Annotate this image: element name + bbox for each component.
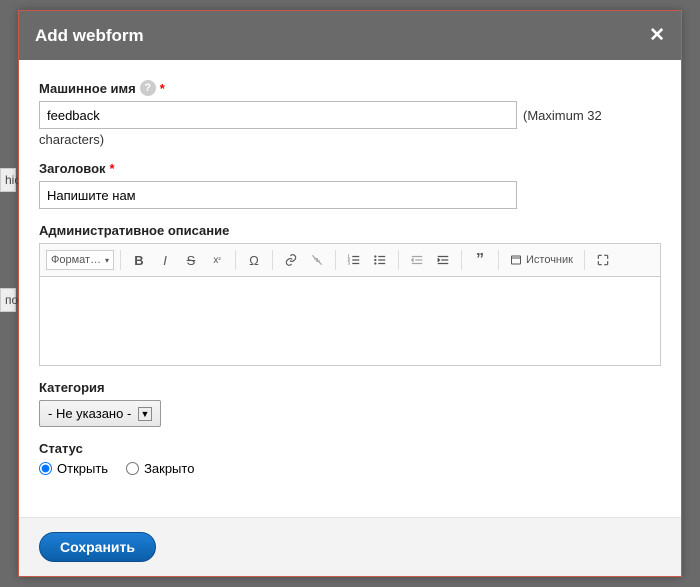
category-label: Категория — [39, 380, 661, 395]
status-open-radio[interactable] — [39, 462, 52, 475]
description-group: Административное описание Формат… ▾ B I … — [39, 223, 661, 366]
status-closed-radio[interactable] — [126, 462, 139, 475]
outdent-icon — [410, 253, 424, 267]
unlink-button[interactable] — [305, 248, 329, 272]
toolbar-separator — [120, 250, 121, 270]
title-label: Заголовок * — [39, 161, 661, 176]
link-icon — [284, 253, 298, 267]
title-input[interactable] — [39, 181, 517, 209]
format-label: Формат… — [51, 254, 101, 266]
label-text: Категория — [39, 380, 105, 395]
status-group: Статус Открыть Закрыто — [39, 441, 661, 476]
maximize-icon — [596, 253, 610, 267]
toolbar-separator — [398, 250, 399, 270]
radio-label: Закрыто — [144, 461, 194, 476]
help-icon[interactable]: ? — [140, 80, 156, 96]
superscript-button[interactable]: x² — [205, 248, 229, 272]
status-open-option[interactable]: Открыть — [39, 461, 108, 476]
outdent-button[interactable] — [405, 248, 429, 272]
category-selected: - Не указано - — [48, 406, 131, 421]
indent-icon — [436, 253, 450, 267]
format-select[interactable]: Формат… ▾ — [46, 250, 114, 270]
chevron-down-icon: ▾ — [105, 256, 109, 265]
indent-button[interactable] — [431, 248, 455, 272]
title-group: Заголовок * — [39, 161, 661, 209]
modal-footer: Сохранить — [19, 517, 681, 576]
ol-icon: 123 — [347, 253, 361, 267]
italic-button[interactable]: I — [153, 248, 177, 272]
machine-name-label: Машинное имя ? * — [39, 80, 661, 96]
machine-name-hint-inline: (Maximum 32 — [523, 108, 602, 123]
radio-label: Открыть — [57, 461, 108, 476]
chevron-down-icon: ▼ — [138, 407, 152, 421]
source-button[interactable]: Источник — [505, 248, 578, 272]
status-closed-option[interactable]: Закрыто — [126, 461, 194, 476]
bg-fragment: по — [0, 288, 16, 312]
label-text: Заголовок — [39, 161, 106, 176]
label-text: Машинное имя — [39, 81, 136, 96]
required-marker: * — [110, 161, 115, 176]
status-label: Статус — [39, 441, 661, 456]
special-char-button[interactable]: Ω — [242, 248, 266, 272]
blockquote-button[interactable]: ” — [468, 248, 492, 272]
save-button[interactable]: Сохранить — [39, 532, 156, 562]
rich-text-editor: Формат… ▾ B I S x² Ω — [39, 243, 661, 366]
modal-body: Машинное имя ? * (Maximum 32 characters)… — [19, 60, 681, 517]
bg-fragment: hic — [0, 168, 16, 192]
modal-title: Add webform — [35, 26, 144, 46]
add-webform-modal: Add webform ✕ Машинное имя ? * (Maximum … — [18, 10, 682, 577]
label-text: Статус — [39, 441, 83, 456]
link-button[interactable] — [279, 248, 303, 272]
modal-header: Add webform ✕ — [19, 11, 681, 60]
label-text: Административное описание — [39, 223, 229, 238]
machine-name-group: Машинное имя ? * (Maximum 32 characters) — [39, 80, 661, 147]
source-icon — [510, 254, 522, 266]
editor-content-area[interactable] — [40, 277, 660, 365]
toolbar-separator — [335, 250, 336, 270]
unlink-icon — [310, 253, 324, 267]
category-select[interactable]: - Не указано - ▼ — [39, 400, 161, 427]
bold-button[interactable]: B — [127, 248, 151, 272]
toolbar-separator — [498, 250, 499, 270]
bullet-list-button[interactable] — [368, 248, 392, 272]
editor-toolbar: Формат… ▾ B I S x² Ω — [40, 244, 660, 277]
source-label: Источник — [526, 254, 573, 266]
toolbar-separator — [584, 250, 585, 270]
maximize-button[interactable] — [591, 248, 615, 272]
description-label: Административное описание — [39, 223, 661, 238]
svg-text:3: 3 — [348, 261, 351, 266]
toolbar-separator — [235, 250, 236, 270]
close-button[interactable]: ✕ — [649, 24, 665, 47]
category-group: Категория - Не указано - ▼ — [39, 380, 661, 427]
ul-icon — [373, 253, 387, 267]
toolbar-separator — [461, 250, 462, 270]
required-marker: * — [160, 81, 165, 96]
toolbar-separator — [272, 250, 273, 270]
machine-name-hint-below: characters) — [39, 132, 661, 147]
strikethrough-button[interactable]: S — [179, 248, 203, 272]
machine-name-input[interactable] — [39, 101, 517, 129]
numbered-list-button[interactable]: 123 — [342, 248, 366, 272]
